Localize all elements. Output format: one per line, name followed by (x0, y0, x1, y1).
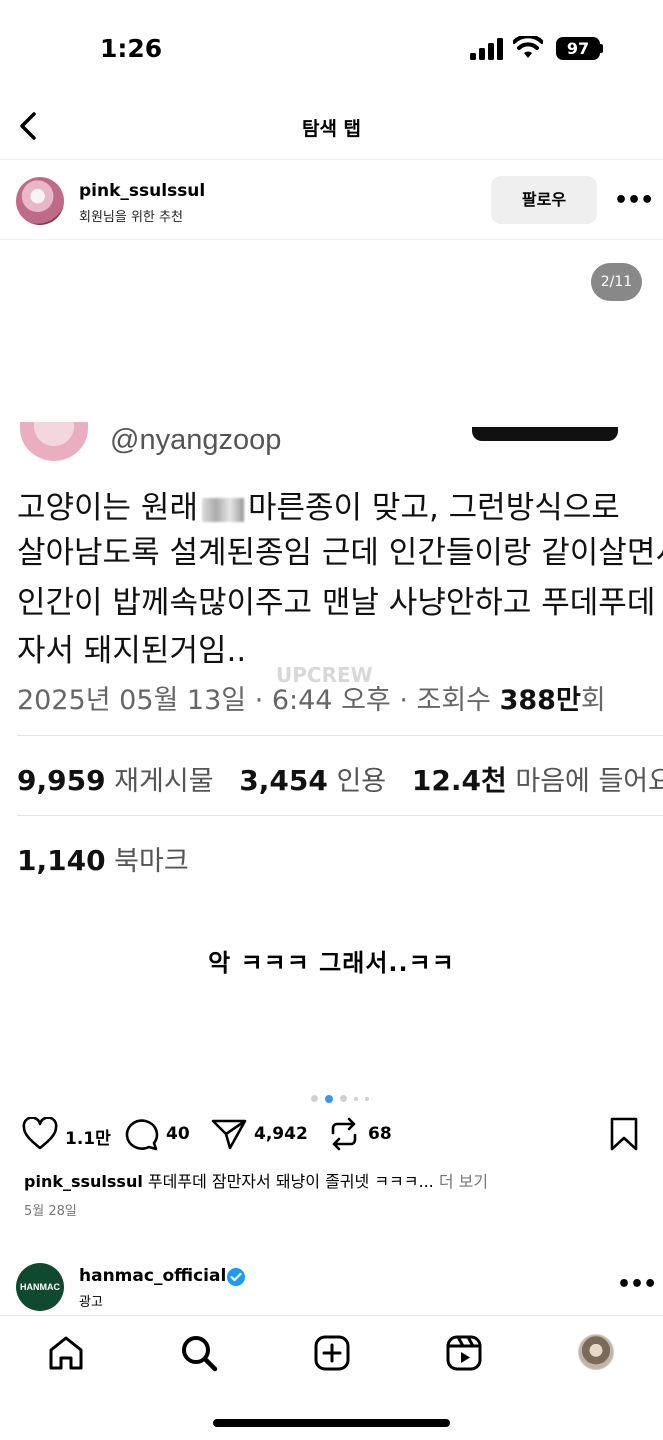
bookmark-icon[interactable] (609, 1117, 639, 1151)
watermark: UPCREW (276, 663, 373, 687)
tweet-text-line-3: 인간이 밥께속많이주고 맨날 사냥안하고 푸데푸데 (17, 585, 656, 621)
carousel-dots (311, 1088, 376, 1103)
carousel-dot (354, 1096, 358, 1101)
add-icon[interactable] (313, 1334, 351, 1372)
battery-indicator: 97 (556, 37, 600, 60)
post-caption: pink_ssulssul 푸데푸데 잠만자서 돼냥이 졸귀넷 ㅋㅋㅋ... 더… (24, 1168, 488, 1192)
post-actions: 1.1만 40 4,942 68 (0, 1111, 663, 1161)
post-date: 5월 28일 (24, 1204, 77, 1219)
image-caption: 악 ㅋㅋㅋ 그래서..ㅋㅋ (208, 949, 455, 977)
post-header: pink_ssulssul 회원님을 위한 추천 팔로우 ••• (0, 160, 663, 240)
search-icon[interactable] (180, 1334, 218, 1372)
wifi-icon (513, 36, 543, 58)
repost-count: 68 (368, 1124, 392, 1144)
author-avatar[interactable] (16, 177, 64, 225)
carousel-dot-active (325, 1094, 333, 1103)
heart-icon (22, 1117, 58, 1150)
bottom-tab-bar (0, 1315, 663, 1440)
tweet-views-suffix: 회 (580, 685, 606, 716)
bookmarks-label: 북마크 (114, 846, 189, 877)
quotes-count: 3,454 (239, 764, 328, 797)
carousel-dot (365, 1096, 369, 1101)
tweet-follow-button-edge (472, 427, 618, 441)
more-options-icon[interactable]: ••• (614, 188, 654, 213)
reels-icon[interactable] (445, 1334, 483, 1372)
profile-avatar[interactable] (578, 1334, 614, 1370)
caption-more-link[interactable]: 더 보기 (439, 1172, 488, 1191)
tweet-date-views-prefix: 2025년 05월 13일 · 6:44 오후 · 조회수 (17, 685, 500, 716)
image-counter: 2/11 (591, 263, 642, 301)
home-icon[interactable] (47, 1334, 85, 1372)
tweet-text-line-1: 고양이는 원래 마른종이 맞고, 그런방식으로 (17, 482, 620, 527)
repost-icon (331, 1117, 357, 1151)
tweet-avatar (20, 422, 88, 462)
sponsored-label: 광고 (79, 1295, 103, 1310)
recommendation-label: 회원님을 위한 추천 (79, 210, 183, 225)
tweet-text-line-4: 자서 돼지된거임.. (17, 633, 247, 669)
tweet-likes-count: 12.4천 (411, 764, 507, 797)
tweet-handle: @nyangzoop (110, 424, 282, 456)
tweet-text-1a: 고양이는 원래 (17, 490, 198, 526)
follow-button[interactable]: 팔로우 (491, 176, 597, 224)
next-post-header: HANMAC hanmac_official 광고 ••• (0, 1260, 663, 1315)
comment-count: 40 (166, 1124, 190, 1144)
tweet-bookmarks: 1,140 북마크 (17, 839, 189, 878)
battery-tip (600, 44, 603, 53)
verified-badge-icon (227, 1268, 245, 1286)
like-count: 1.1만 (65, 1129, 111, 1149)
hanmac-avatar[interactable]: HANMAC (16, 1263, 64, 1311)
caption-text: 푸데푸데 잠만자서 돼냥이 졸귀넷 ㅋㅋㅋ... (147, 1172, 434, 1191)
share-count: 4,942 (254, 1124, 308, 1144)
carousel-dot (311, 1095, 318, 1102)
status-time: 1:26 (100, 34, 163, 63)
tweet-divider (17, 735, 663, 736)
post-image[interactable]: 2/11 @nyangzoop 고양이는 원래 마른종이 맞고, 그런방식으로 살… (0, 241, 663, 1111)
bookmarks-count: 1,140 (17, 844, 106, 877)
carousel-dot (340, 1095, 347, 1102)
retweets-count: 9,959 (17, 764, 106, 797)
send-icon (211, 1119, 247, 1150)
caption-username[interactable]: pink_ssulssul (24, 1172, 143, 1191)
home-indicator (213, 1419, 450, 1427)
next-post-username[interactable]: hanmac_official (79, 1266, 226, 1286)
retweets-label: 재게시물 (114, 766, 214, 797)
page-title: 탐색 탭 (301, 118, 362, 140)
author-username[interactable]: pink_ssulssul (79, 181, 205, 201)
quotes-label: 인용 (336, 766, 387, 797)
comment-icon (125, 1119, 159, 1151)
more-options-icon[interactable]: ••• (617, 1272, 657, 1297)
top-nav: 탐색 탭 (0, 100, 663, 160)
blurred-word (201, 497, 244, 522)
tweet-text-line-2: 살아남도록 설계된종임 근데 인간들이랑 같이살면서 (17, 535, 663, 571)
tweet-stats: 9,959 재게시물 3,454 인용 12.4천 마음에 들어요 (17, 759, 663, 799)
tweet-divider (17, 815, 663, 816)
status-bar: 1:26 97 (0, 0, 663, 100)
tweet-views: 388만 (499, 685, 581, 716)
tweet-text-1b: 마른종이 맞고, 그런방식으로 (247, 490, 620, 526)
tweet-likes-label: 마음에 들어요 (515, 766, 663, 797)
cellular-signal-icon (470, 38, 503, 60)
